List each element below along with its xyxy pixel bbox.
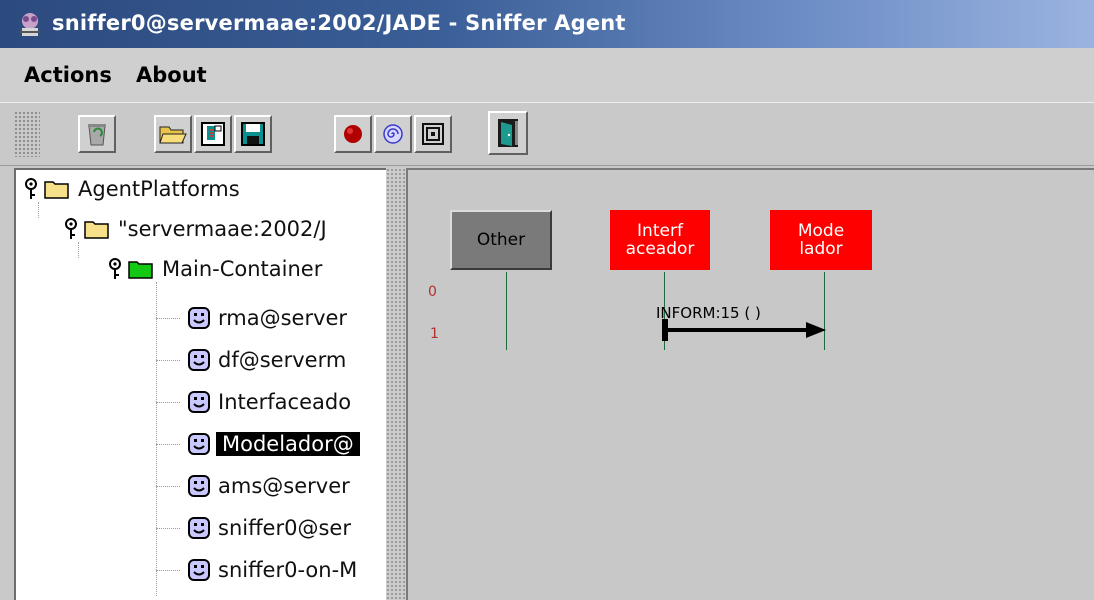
stop-sniff-button[interactable] — [414, 115, 452, 153]
tree-node-agent[interactable]: Interfaceado — [188, 385, 351, 419]
agent-box-interfaceador[interactable]: Interf aceador — [610, 210, 710, 270]
agent-box-other[interactable]: Other — [450, 210, 552, 270]
tree-connector — [156, 486, 180, 487]
tree-node-agent[interactable]: ams@server — [188, 469, 350, 503]
record-icon — [344, 125, 362, 143]
target-square-icon — [422, 123, 444, 145]
agent-face-icon — [188, 475, 210, 497]
tree-node-agent[interactable]: sniffer0@ser — [188, 511, 351, 545]
spiral-icon — [383, 124, 403, 144]
message-arrow[interactable] — [658, 318, 838, 342]
agent-label: sniffer0@ser — [218, 516, 351, 540]
agent-label: Interfaceado — [218, 390, 352, 414]
sniffer-app-icon — [20, 13, 40, 36]
open-folder-icon — [159, 126, 187, 144]
exit-door-icon — [498, 119, 518, 147]
record-button[interactable] — [334, 115, 372, 153]
tree-connector — [156, 570, 180, 571]
exit-button[interactable] — [488, 111, 528, 155]
toolbar-grip[interactable] — [14, 111, 40, 157]
load-button[interactable] — [194, 115, 232, 153]
expand-handle-icon[interactable] — [64, 218, 78, 240]
tree-connector — [156, 318, 180, 319]
container-folder-icon — [128, 261, 153, 279]
tree-connector — [156, 444, 180, 445]
title-bar[interactable]: sniffer0@servermaae:2002/JADE - Sniffer … — [0, 0, 1094, 48]
agent-face-icon — [188, 433, 210, 455]
tree-node-label: Main-Container — [162, 257, 323, 281]
menu-actions[interactable]: Actions — [24, 63, 112, 87]
tree-node-main-container[interactable]: Main-Container — [108, 252, 322, 286]
row-number: 0 — [428, 284, 437, 300]
agent-face-icon — [188, 307, 210, 329]
agent-box-modelador[interactable]: Mode lador — [770, 210, 872, 270]
agent-label: Modelador@ — [216, 432, 360, 456]
toolbar — [0, 102, 1094, 166]
expand-handle-icon[interactable] — [108, 258, 122, 280]
tree-connector — [156, 360, 180, 361]
lifeline-other — [506, 272, 507, 350]
agent-tree[interactable]: AgentPlatforms "servermaae:2002/J Main-C… — [14, 168, 386, 600]
tree-node-agent-selected[interactable]: Modelador@ — [188, 427, 360, 461]
agent-face-icon — [188, 349, 210, 371]
tree-node-agent[interactable]: sniffer0-on-M — [188, 553, 357, 587]
folder-icon — [84, 221, 109, 239]
row-number: 1 — [430, 326, 439, 342]
tree-node-platform[interactable]: "servermaae:2002/J — [64, 212, 327, 246]
agent-label: rma@server — [218, 306, 348, 330]
agent-face-icon — [188, 559, 210, 581]
trash-icon — [88, 124, 106, 146]
agent-label: sniffer0-on-M — [218, 558, 358, 582]
menu-about[interactable]: About — [136, 63, 207, 87]
menu-bar: Actions About — [0, 48, 1094, 103]
tree-connector — [156, 282, 157, 596]
clear-canvas-button[interactable] — [78, 115, 116, 153]
agent-face-icon — [188, 391, 210, 413]
save-button[interactable] — [234, 115, 272, 153]
expand-handle-icon[interactable] — [24, 178, 38, 200]
tree-node-agent[interactable]: df@serverm — [188, 343, 346, 377]
tree-node-agent-platforms[interactable]: AgentPlatforms — [24, 172, 240, 206]
agent-label: df@serverm — [218, 348, 347, 372]
split-pane-divider[interactable] — [386, 168, 406, 600]
tree-node-agent[interactable]: rma@server — [188, 301, 347, 335]
agent-face-icon — [188, 517, 210, 539]
tree-connector — [156, 402, 180, 403]
save-icon — [241, 122, 265, 146]
agent-label: ams@server — [218, 474, 350, 498]
document-icon — [201, 122, 225, 146]
sniff-button[interactable] — [374, 115, 412, 153]
tree-connector — [156, 528, 180, 529]
window-title: sniffer0@servermaae:2002/JADE - Sniffer … — [52, 11, 626, 35]
tree-node-label: "servermaae:2002/J — [118, 217, 327, 241]
message-sequence-canvas[interactable]: Other Interf aceador Mode lador 0 1 INFO… — [406, 168, 1094, 600]
folder-icon — [44, 181, 69, 199]
tree-node-label: AgentPlatforms — [78, 177, 240, 201]
open-button[interactable] — [154, 115, 192, 153]
